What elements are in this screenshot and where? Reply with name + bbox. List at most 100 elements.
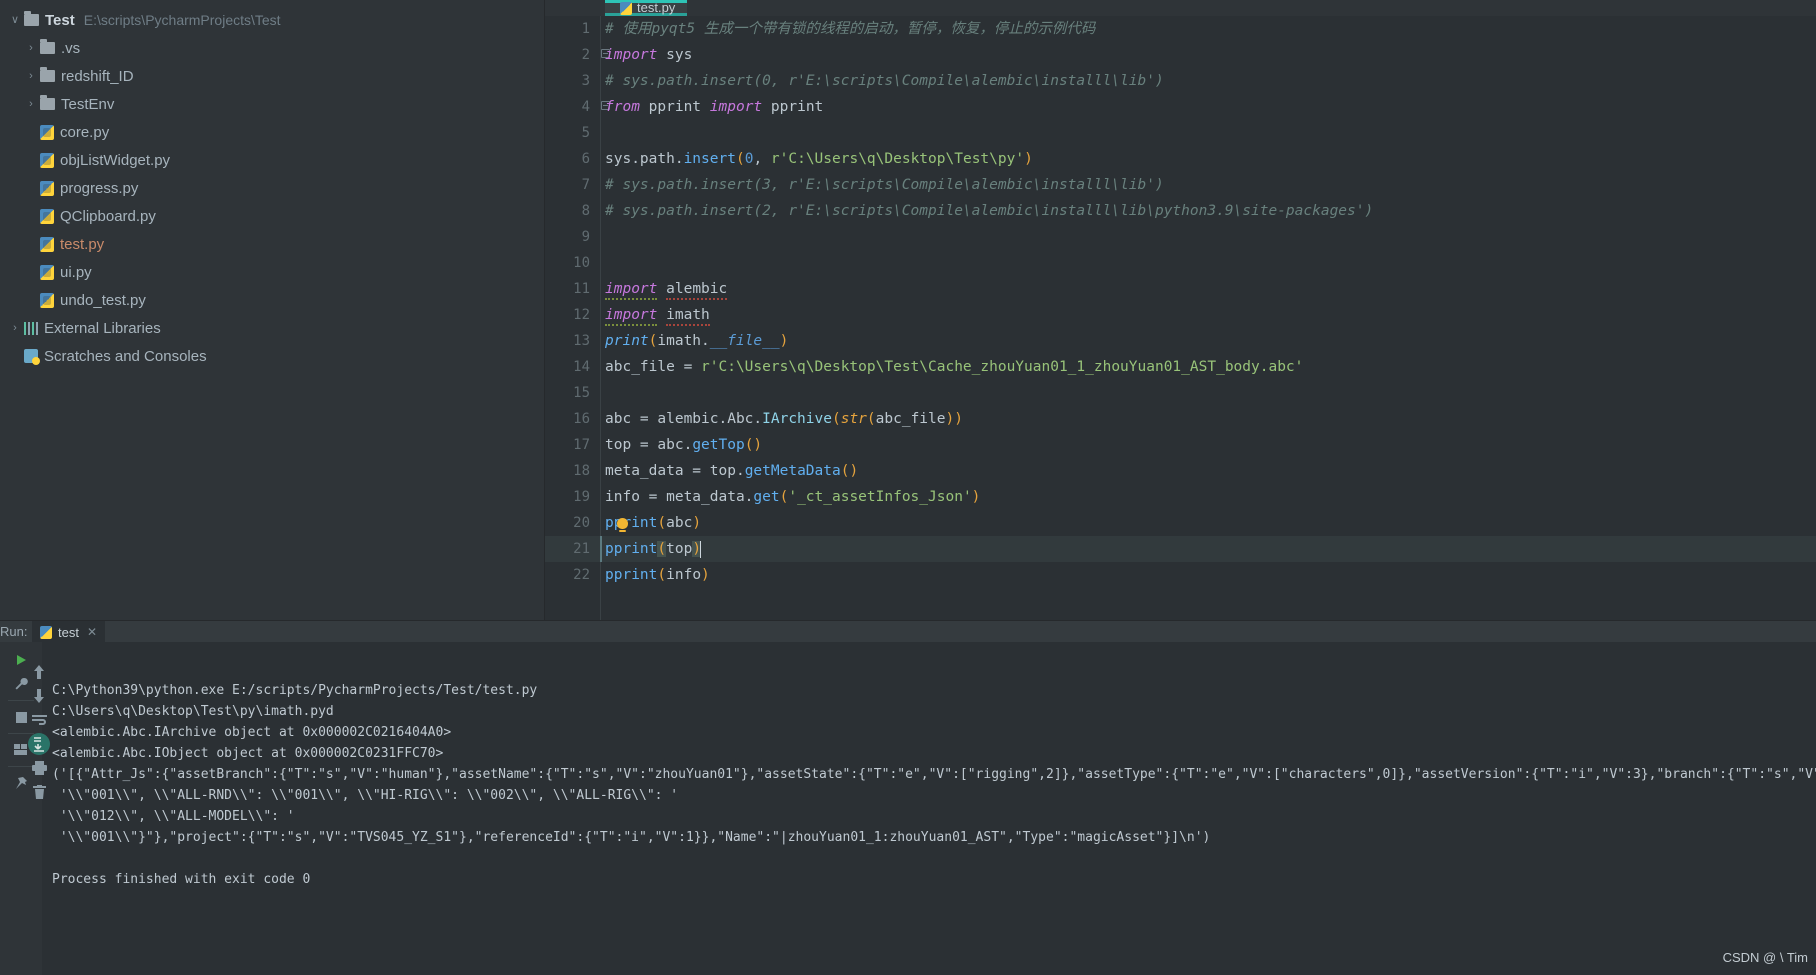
code-text: pprint(top): [605, 540, 702, 558]
tree-item-label: progress.py: [60, 179, 139, 197]
code-text: # 使用pyqt5 生成一个带有锁的线程的启动，暂停，恢复，停止的示例代码: [605, 21, 1096, 37]
tree-item-label: Test: [45, 11, 75, 29]
tree-item--vs[interactable]: › .vs: [0, 34, 544, 62]
code-line-15[interactable]: 15: [545, 380, 1816, 406]
console-line: C:\Users\q\Desktop\Test\py\imath.pyd: [52, 704, 334, 719]
chevron-right-icon[interactable]: ›: [22, 98, 40, 110]
intention-bulb-icon[interactable]: [617, 518, 628, 532]
chevron-right-icon[interactable]: ›: [6, 322, 24, 334]
code-line-5[interactable]: 5: [545, 120, 1816, 146]
tree-item-undo-test-py[interactable]: undo_test.py: [0, 286, 544, 314]
code-line-21[interactable]: 21 pprint(top): [545, 536, 1816, 562]
code-line-13[interactable]: 13 print(imath.__file__): [545, 328, 1816, 354]
code-text: import alembic: [605, 276, 728, 302]
chevron-right-icon[interactable]: ›: [22, 70, 40, 82]
folder-icon: [40, 67, 55, 82]
code-text: import sys: [605, 47, 693, 63]
tree-item-test-py[interactable]: test.py: [0, 230, 544, 258]
code-lines-container[interactable]: 1 # 使用pyqt5 生成一个带有锁的线程的启动，暂停，恢复，停止的示例代码 2 i…: [545, 16, 1816, 620]
python-file-icon: [40, 180, 54, 196]
line-number: 22: [573, 567, 590, 583]
code-line-12[interactable]: 12 import imath: [545, 302, 1816, 328]
tree-item-test[interactable]: ∨ Test E:\scripts\PycharmProjects\Test: [0, 6, 544, 34]
line-number: 11: [573, 281, 590, 297]
tree-item-redshift-id[interactable]: › redshift_ID: [0, 62, 544, 90]
code-line-22[interactable]: 22 pprint(info): [545, 562, 1816, 588]
tree-item-label: core.py: [60, 123, 110, 141]
python-file-icon: [40, 208, 54, 224]
watermark: CSDN @ \ Tim: [1722, 950, 1808, 965]
code-line-19[interactable]: 19 info = meta_data.get('_ct_assetInfos_J…: [545, 484, 1816, 510]
line-number: 3: [581, 73, 590, 89]
line-number: 18: [573, 463, 590, 479]
code-line-11[interactable]: 11 import alembic: [545, 276, 1816, 302]
tree-item-label: TestEnv: [61, 95, 115, 113]
python-file-icon: [40, 264, 54, 280]
tree-item-qclipboard-py[interactable]: QClipboard.py: [0, 202, 544, 230]
code-line-6[interactable]: 6 sys.path.insert(0, r'C:\Users\q\Desktop…: [545, 146, 1816, 172]
code-line-3[interactable]: 3 # sys.path.insert(0, r'E:\scripts\Compi…: [545, 68, 1816, 94]
code-line-16[interactable]: 16 abc = alembic.Abc.IArchive(str(abc_fil…: [545, 406, 1816, 432]
tree-item-core-py[interactable]: core.py: [0, 118, 544, 146]
console-line: <alembic.Abc.IArchive object at 0x000002…: [52, 725, 452, 740]
folder-icon: [40, 39, 55, 54]
tree-item-objlistwidget-py[interactable]: objListWidget.py: [0, 146, 544, 174]
line-number: 10: [573, 255, 590, 271]
code-text: info = meta_data.get('_ct_assetInfos_Jso…: [605, 489, 981, 505]
tree-item-label: .vs: [61, 39, 81, 57]
pycharm-window: ∨ Test E:\scripts\PycharmProjects\Test › .vs…: [0, 0, 1816, 975]
line-number: 8: [581, 203, 590, 219]
line-number: 4: [581, 99, 590, 115]
run-toolbar-secondary[interactable]: [18, 660, 50, 804]
chevron-right-icon[interactable]: ›: [22, 42, 40, 54]
line-number: 16: [573, 411, 590, 427]
code-line-18[interactable]: 18 meta_data = top.getMetaData(): [545, 458, 1816, 484]
code-line-4[interactable]: 4 from pprint import pprint: [545, 94, 1816, 120]
code-line-1[interactable]: 1 # 使用pyqt5 生成一个带有锁的线程的启动，暂停，恢复，停止的示例代码: [545, 16, 1816, 42]
tree-item-ui-py[interactable]: ui.py: [0, 258, 544, 286]
tree-item-path: E:\scripts\PycharmProjects\Test: [83, 12, 281, 28]
code-line-9[interactable]: 9: [545, 224, 1816, 250]
editor-tabbar[interactable]: test.py: [545, 0, 1816, 16]
code-text: # sys.path.insert(0, r'E:\scripts\Compil…: [605, 73, 1164, 89]
tree-item-scratches-and-consoles[interactable]: Scratches and Consoles: [0, 342, 544, 370]
current-line-marker: [600, 536, 602, 562]
code-line-14[interactable]: 14 abc_file = r'C:\Users\q\Desktop\Test\C…: [545, 354, 1816, 380]
code-editor-panel[interactable]: test.py 1 # 使用pyqt5 生成一个带有锁的线程的启动，暂停，恢复，停…: [545, 0, 1816, 620]
run-panel[interactable]: Run: test ✕ C:\Python39\python.exe E:/sc…: [0, 620, 1816, 975]
scratches-icon: [24, 349, 40, 365]
line-number: 21: [573, 541, 590, 557]
line-number: 12: [573, 307, 590, 323]
run-tabbar[interactable]: Run: test ✕: [0, 620, 1816, 643]
code-text: abc = alembic.Abc.IArchive(str(abc_file)…: [605, 411, 963, 427]
code-line-10[interactable]: 10: [545, 250, 1816, 276]
line-number: 15: [573, 385, 590, 401]
console-line: ('[{"Attr_Js":{"assetBranch":{"T":"s","V…: [52, 767, 1816, 782]
code-line-20[interactable]: 20 pprint(abc): [545, 510, 1816, 536]
python-file-icon: [40, 625, 52, 639]
console-line: <alembic.Abc.IObject object at 0x000002C…: [52, 746, 444, 761]
tree-item-progress-py[interactable]: progress.py: [0, 174, 544, 202]
tree-item-external-libraries[interactable]: › External Libraries: [0, 314, 544, 342]
code-line-7[interactable]: 7 # sys.path.insert(3, r'E:\scripts\Compi…: [545, 172, 1816, 198]
console-output[interactable]: C:\Python39\python.exe E:/scripts/Pychar…: [46, 642, 1816, 975]
console-line: '\\"012\\", \\"ALL-MODEL\\": ': [52, 809, 295, 824]
tree-item-label: Scratches and Consoles: [44, 347, 207, 365]
console-line: C:\Python39\python.exe E:/scripts/Pychar…: [52, 683, 538, 698]
chevron-down-icon[interactable]: ∨: [6, 14, 24, 26]
line-number: 6: [581, 151, 590, 167]
project-tree[interactable]: ∨ Test E:\scripts\PycharmProjects\Test › .vs…: [0, 6, 544, 370]
tree-item-label: objListWidget.py: [60, 151, 171, 169]
line-number: 14: [573, 359, 590, 375]
line-number: 17: [573, 437, 590, 453]
run-tab-test[interactable]: test ✕: [32, 621, 106, 643]
code-line-8[interactable]: 8 # sys.path.insert(2, r'E:\scripts\Compi…: [545, 198, 1816, 224]
project-tree-panel[interactable]: ∨ Test E:\scripts\PycharmProjects\Test › .vs…: [0, 0, 545, 620]
line-number: 7: [581, 177, 590, 193]
tree-item-testenv[interactable]: › TestEnv: [0, 90, 544, 118]
close-icon[interactable]: ✕: [87, 625, 97, 639]
code-line-17[interactable]: 17 top = abc.getTop(): [545, 432, 1816, 458]
python-file-icon: [620, 2, 632, 15]
code-line-2[interactable]: 2 import sys: [545, 42, 1816, 68]
